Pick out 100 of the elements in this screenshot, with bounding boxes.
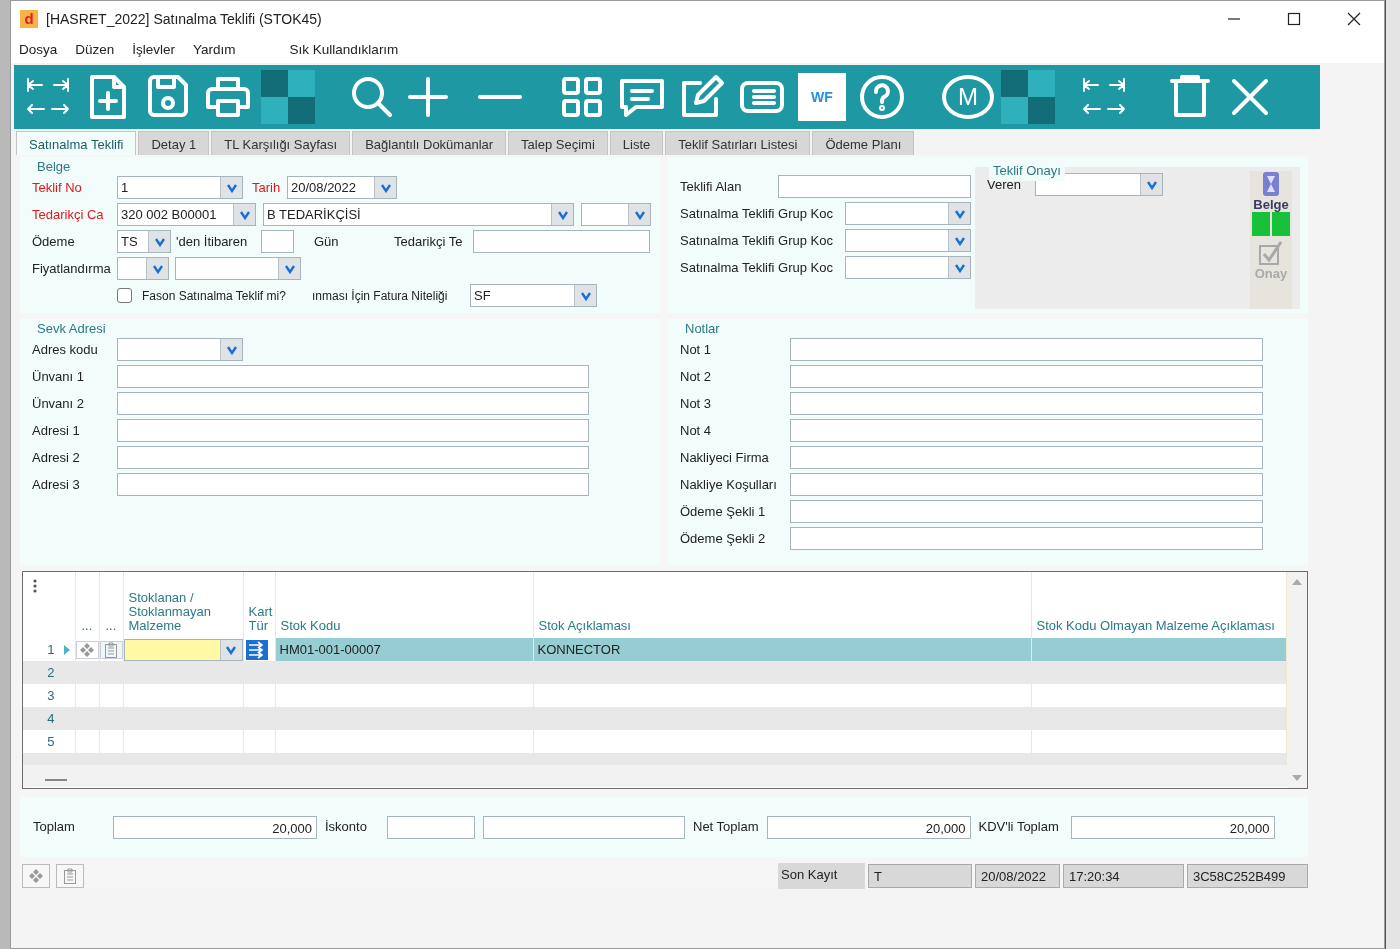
- tab[interactable]: Liste: [609, 131, 664, 155]
- dropdown-button[interactable]: [278, 258, 300, 279]
- input-field[interactable]: [778, 175, 971, 198]
- column-header[interactable]: Stok Kodu Olmayan Malzeme Açıklaması: [1036, 618, 1275, 633]
- dropdown-button[interactable]: [219, 639, 242, 660]
- clipboard-icon: [63, 868, 77, 884]
- current-row-icon: [62, 643, 71, 656]
- menu-item[interactable]: Dosya: [19, 39, 58, 61]
- input-field[interactable]: [790, 419, 1263, 442]
- dropdown-button[interactable]: [948, 257, 970, 278]
- section-title: Belge: [37, 159, 72, 174]
- column-header[interactable]: ...: [105, 618, 117, 633]
- dropdown-button[interactable]: [574, 285, 596, 306]
- input-field[interactable]: [473, 230, 650, 253]
- input-field[interactable]: [790, 446, 1263, 469]
- table-cell: KONNECTOR: [537, 641, 621, 657]
- dropdown-field[interactable]: 1: [117, 176, 243, 199]
- chevron-icon: [153, 236, 166, 247]
- tab[interactable]: Ödeme Planı: [812, 131, 915, 155]
- tab[interactable]: Satınalma Teklifi: [16, 131, 137, 155]
- input-field[interactable]: [117, 473, 589, 496]
- dropdown-field[interactable]: 20/08/2022: [287, 176, 397, 199]
- input-field[interactable]: [117, 365, 589, 388]
- dropdown-field[interactable]: [845, 256, 971, 279]
- dropdown-field[interactable]: [117, 338, 243, 361]
- scroll-up-icon[interactable]: [1290, 578, 1303, 586]
- dropdown-field[interactable]: SF: [470, 284, 597, 307]
- close-icon[interactable]: [1346, 11, 1362, 27]
- tab[interactable]: Teklif Satırları Listesi: [665, 131, 811, 155]
- input-field[interactable]: [117, 446, 589, 469]
- chevron-icon: [225, 344, 238, 355]
- input-field[interactable]: [790, 338, 1263, 361]
- dropdown-field[interactable]: TS: [117, 230, 171, 253]
- dropdown-field[interactable]: [123, 638, 242, 661]
- column-header[interactable]: Stok Açıklaması: [538, 618, 631, 633]
- tab[interactable]: Talep Seçimi: [508, 131, 608, 155]
- checkbox[interactable]: [117, 288, 132, 303]
- dropdown-button[interactable]: [551, 204, 573, 225]
- input-field[interactable]: [387, 815, 475, 839]
- dropdown-button[interactable]: [233, 204, 255, 225]
- column-header[interactable]: ...: [81, 618, 93, 633]
- dropdown-button[interactable]: [948, 230, 970, 251]
- dropdown-button[interactable]: [220, 177, 242, 198]
- chevron-icon: [1145, 179, 1158, 190]
- help-icon[interactable]: [858, 73, 906, 121]
- dropdown-button[interactable]: [148, 231, 170, 252]
- input-field[interactable]: 20,000: [1070, 815, 1275, 839]
- input-field[interactable]: 20,000: [113, 815, 317, 839]
- input-field[interactable]: [117, 419, 589, 442]
- dropdown-button[interactable]: [220, 339, 242, 360]
- checkbox-icon: [1258, 240, 1284, 266]
- dropdown-field[interactable]: 320 002 B00001: [117, 203, 256, 226]
- maximize-icon[interactable]: [1286, 11, 1302, 27]
- menu-item[interactable]: Yardım: [193, 39, 236, 61]
- input-field[interactable]: [261, 230, 294, 253]
- dropdown-field[interactable]: [175, 257, 301, 280]
- tile-icon[interactable]: [261, 70, 315, 124]
- input-field[interactable]: [483, 815, 685, 839]
- move-button[interactable]: [75, 640, 98, 659]
- status-indicator-icon: [1252, 212, 1290, 236]
- dropdown-field[interactable]: [845, 229, 971, 252]
- dropdown-button[interactable]: [1140, 174, 1162, 195]
- move-button[interactable]: [22, 864, 50, 888]
- column-menu-icon[interactable]: [33, 578, 37, 593]
- tile-icon[interactable]: [1001, 70, 1055, 124]
- field-label: Adres kodu: [32, 340, 99, 359]
- dropdown-field[interactable]: [117, 257, 169, 280]
- input-field[interactable]: [790, 365, 1263, 388]
- input-field[interactable]: 20,000: [766, 815, 971, 839]
- field-label: Satınalma Teklifi Grup Koc: [680, 204, 834, 223]
- field-label: Tarih: [252, 178, 282, 197]
- input-field[interactable]: [790, 500, 1263, 523]
- input-field[interactable]: [790, 392, 1263, 415]
- menu-item[interactable]: Düzen: [75, 39, 115, 61]
- chevron-icon: [225, 182, 238, 193]
- menu-item[interactable]: Sık Kullandıklarım: [289, 39, 399, 61]
- input-field[interactable]: [790, 473, 1263, 496]
- dropdown-button[interactable]: [146, 258, 168, 279]
- input-field[interactable]: [790, 527, 1263, 550]
- clipboard-button[interactable]: [56, 864, 84, 888]
- dropdown-field[interactable]: B TEDARİKÇİSİ: [263, 203, 574, 226]
- dropdown-button[interactable]: [948, 203, 970, 224]
- tab[interactable]: TL Karşılığı Sayfası: [211, 131, 351, 155]
- clipboard-button[interactable]: [99, 640, 122, 659]
- field-label: İskonto: [325, 818, 368, 837]
- document-button[interactable]: Belge: [1253, 171, 1289, 212]
- field-label: Net Toplam: [693, 818, 759, 837]
- chevron-icon: [151, 263, 164, 274]
- column-header[interactable]: Kart Tür: [248, 605, 274, 633]
- dropdown-field[interactable]: [581, 203, 651, 226]
- dropdown-button[interactable]: [628, 204, 650, 225]
- dropdown-button[interactable]: [374, 177, 396, 198]
- scroll-down-icon[interactable]: [1290, 774, 1303, 782]
- column-header[interactable]: Stoklanan / Stoklanmayan Malzeme: [128, 591, 242, 633]
- column-header[interactable]: Stok Kodu: [280, 618, 341, 633]
- dropdown-field[interactable]: [845, 202, 971, 225]
- tab[interactable]: Detay 1: [138, 131, 210, 155]
- input-field[interactable]: [117, 392, 589, 415]
- menu-item[interactable]: İşlevler: [132, 39, 176, 61]
- tab[interactable]: Bağlantılı Dokümanlar: [352, 131, 507, 155]
